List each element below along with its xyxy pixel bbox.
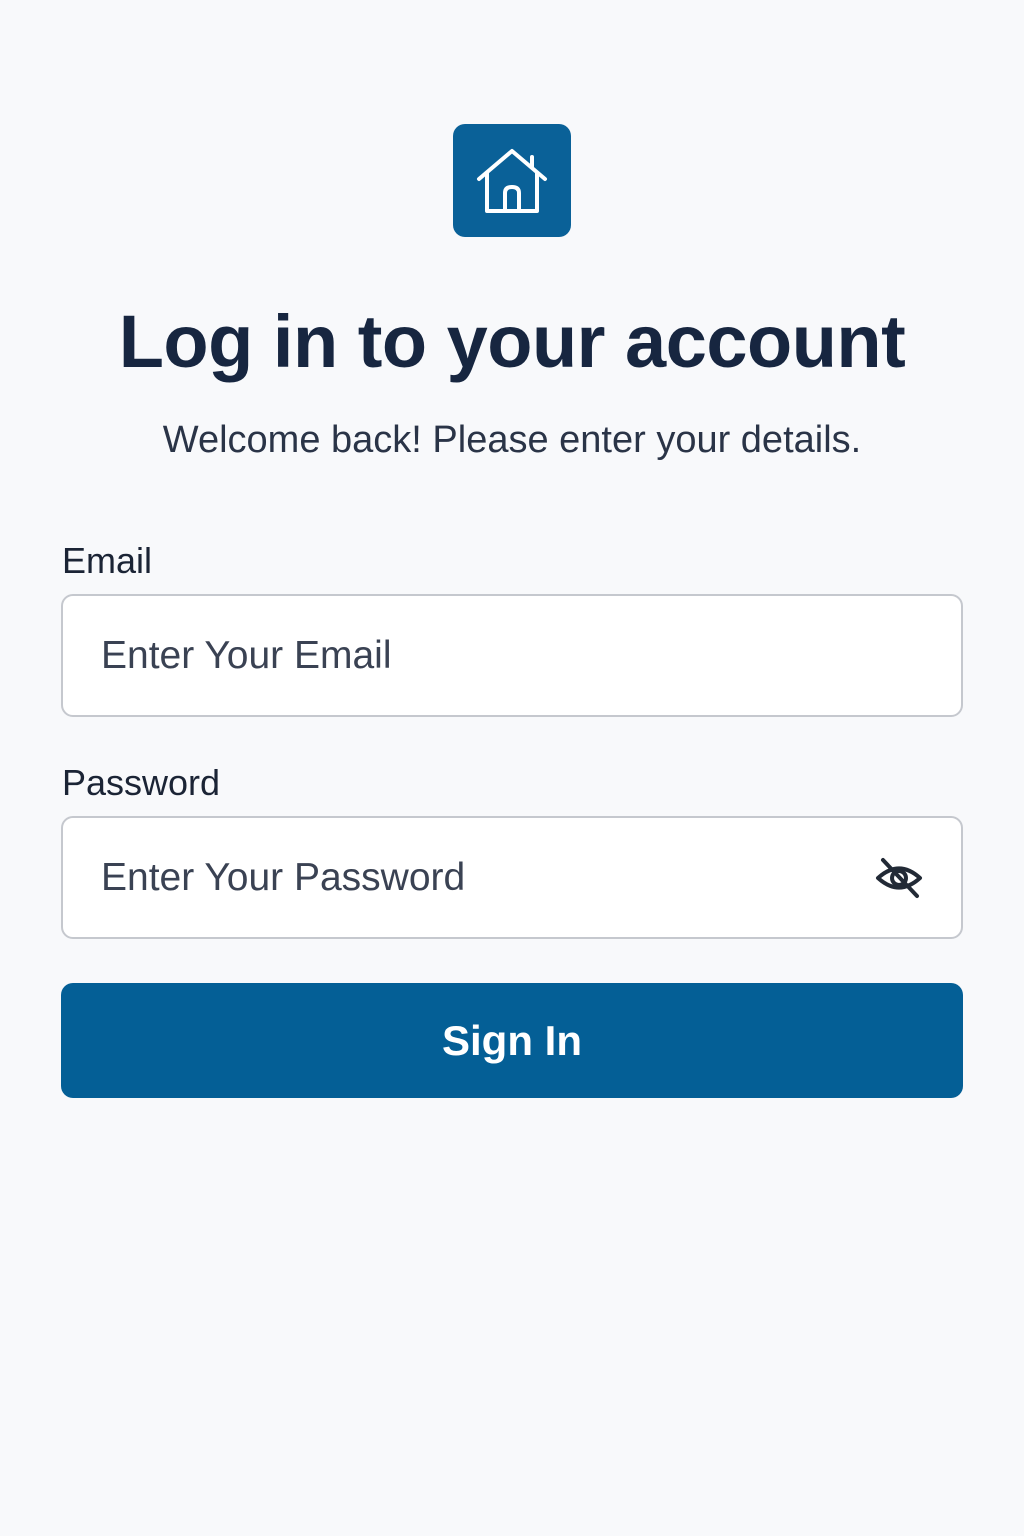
app-logo (453, 124, 571, 237)
page-title: Log in to your account (118, 300, 906, 383)
sign-in-button[interactable]: Sign In (61, 983, 963, 1098)
eye-off-icon (876, 858, 922, 898)
email-label: Email (62, 540, 153, 581)
email-field[interactable] (101, 596, 861, 715)
home-icon (477, 148, 547, 213)
email-field-container (61, 594, 963, 717)
page-subtitle: Welcome back! Please enter your details. (162, 419, 862, 461)
password-field[interactable] (101, 818, 861, 937)
password-visibility-toggle[interactable] (875, 855, 923, 901)
login-page: Log in to your account Welcome back! Ple… (0, 0, 1024, 1536)
password-field-container (61, 816, 963, 939)
password-label: Password (62, 762, 221, 803)
